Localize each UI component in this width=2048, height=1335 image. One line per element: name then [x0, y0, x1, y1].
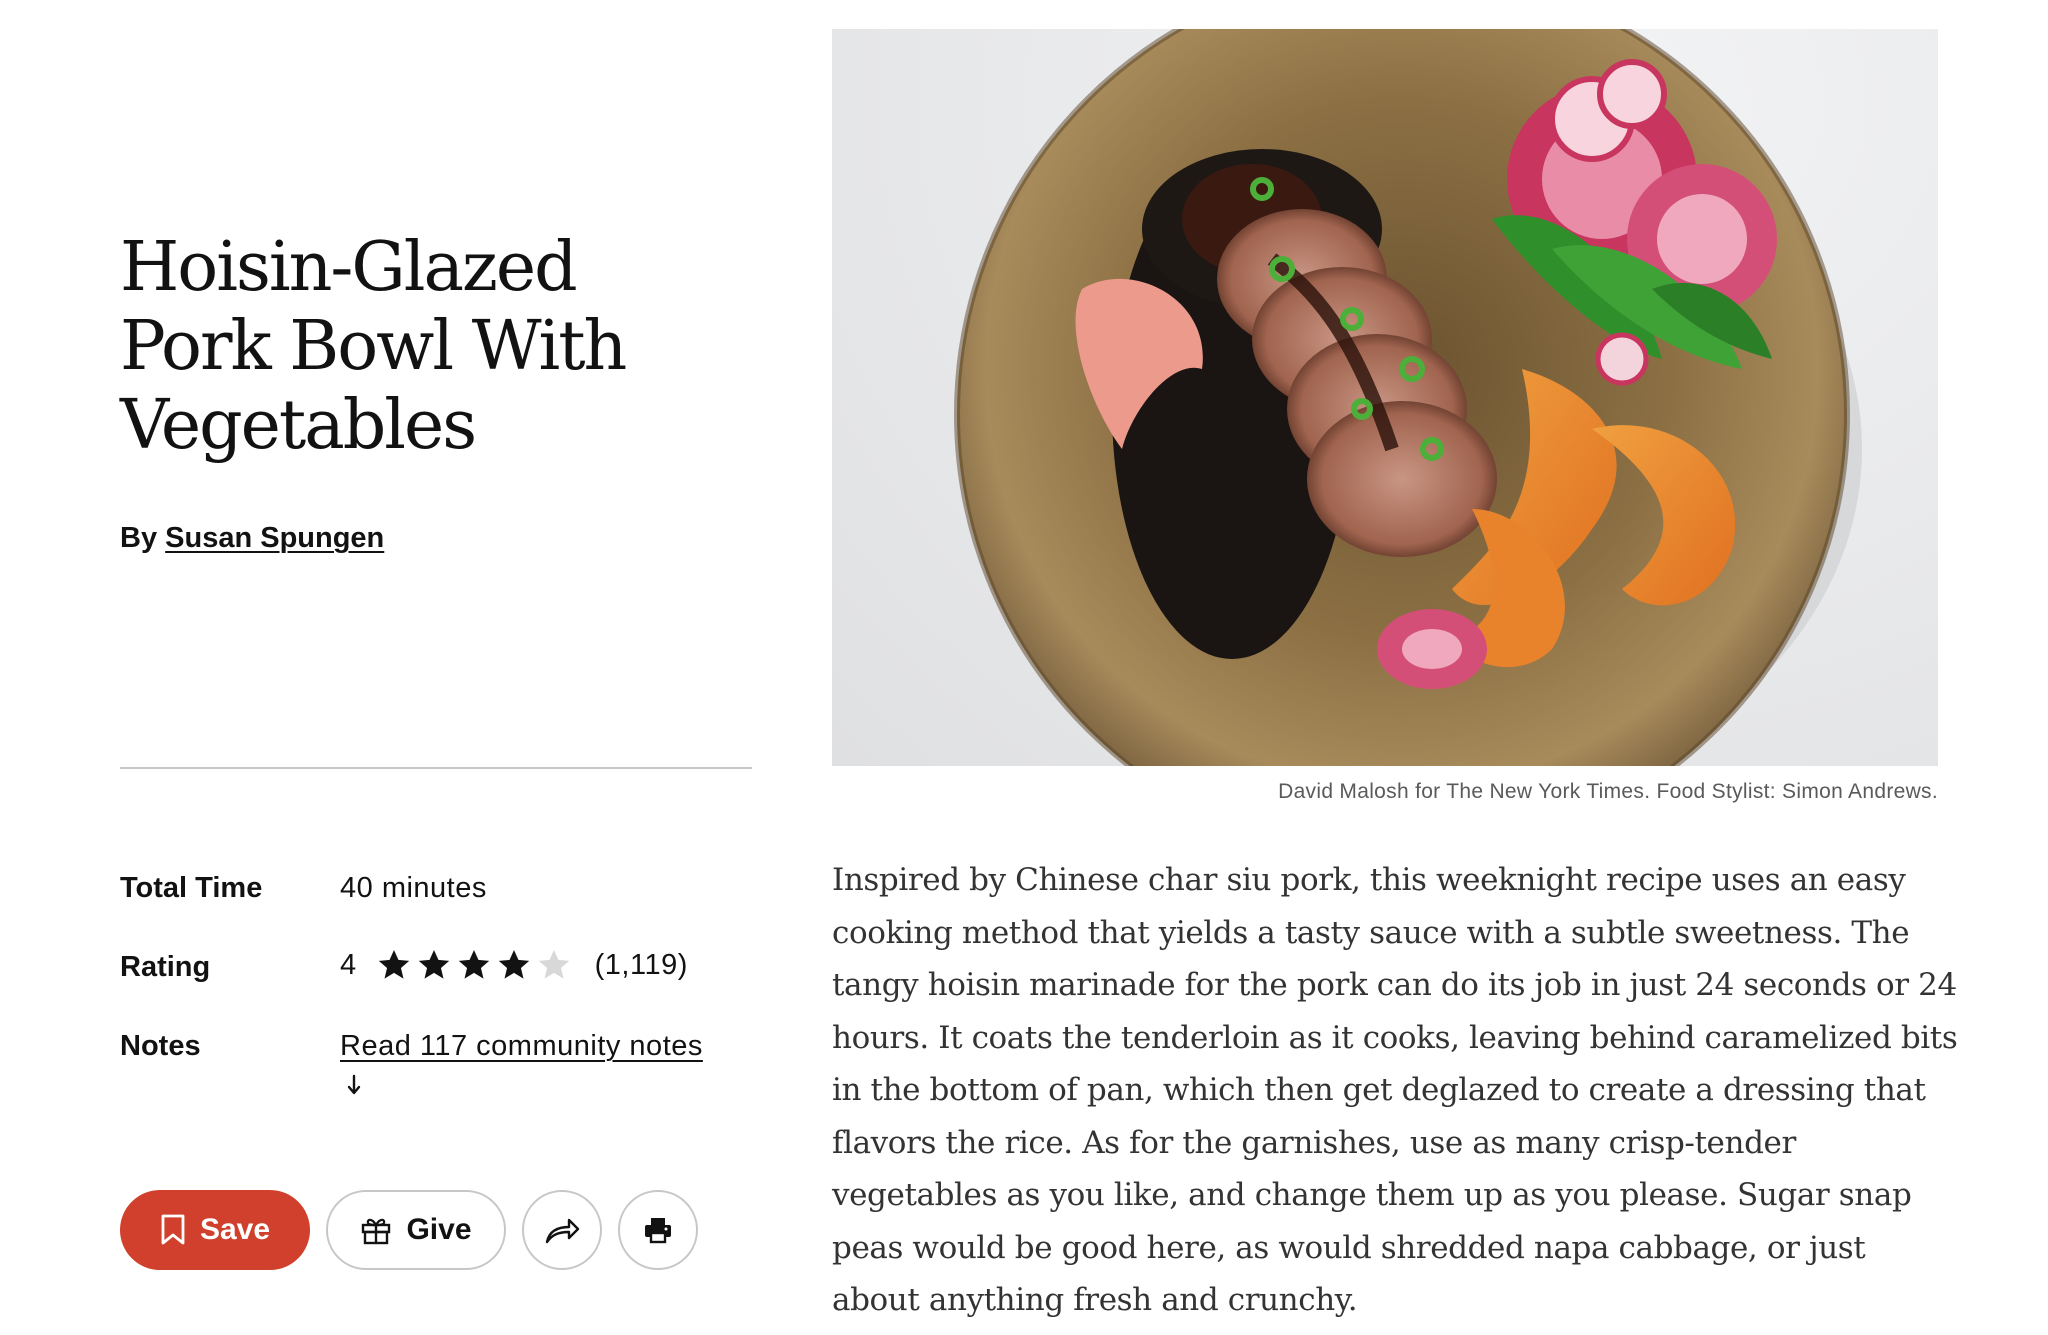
- byline-prefix: By: [120, 522, 158, 554]
- save-button[interactable]: Save: [120, 1190, 310, 1270]
- community-notes-link[interactable]: Read 117 community notes: [340, 1030, 703, 1062]
- star-filled-icon[interactable]: [415, 946, 453, 984]
- notes-label: Notes: [120, 1030, 201, 1062]
- star-filled-icon[interactable]: [455, 946, 493, 984]
- bookmark-icon: [160, 1214, 186, 1246]
- author-link[interactable]: Susan Spungen: [165, 522, 384, 554]
- photo-credit: David Malosh for The New York Times. Foo…: [1278, 780, 1938, 803]
- rating-count: (1,119): [594, 948, 688, 981]
- print-button[interactable]: [618, 1190, 698, 1270]
- notes-value: Read 117 community notes: [340, 1030, 703, 1063]
- pork-bowl-image: [954, 29, 1862, 766]
- recipe-description: Inspired by Chinese char siu pork, this …: [832, 862, 1958, 1318]
- recipe-title: Hoisin-Glazed Pork Bowl With Vegetables: [120, 228, 627, 465]
- printer-icon: [645, 1218, 671, 1244]
- gift-icon: [360, 1214, 392, 1246]
- total-time-value: 40 minutes: [340, 872, 487, 904]
- rating[interactable]: 4 (1,119): [340, 946, 688, 984]
- save-label: Save: [199, 1213, 271, 1246]
- total-time-label: Total Time: [120, 872, 263, 904]
- star-filled-icon[interactable]: [495, 946, 533, 984]
- recipe-photo: [832, 29, 1938, 766]
- share-arrow-icon: [545, 1218, 580, 1244]
- arrow-down-icon[interactable]: [346, 1072, 374, 1100]
- star-filled-icon[interactable]: [375, 946, 413, 984]
- divider: [120, 767, 752, 769]
- star-empty-icon[interactable]: [535, 946, 573, 984]
- byline: By Susan Spungen: [120, 522, 384, 555]
- give-button[interactable]: Give: [326, 1190, 506, 1270]
- rating-stars[interactable]: [375, 946, 573, 984]
- rating-label: Rating: [120, 951, 211, 983]
- rating-value: 4: [340, 948, 357, 981]
- give-label: Give: [406, 1213, 472, 1246]
- share-button[interactable]: [522, 1190, 602, 1270]
